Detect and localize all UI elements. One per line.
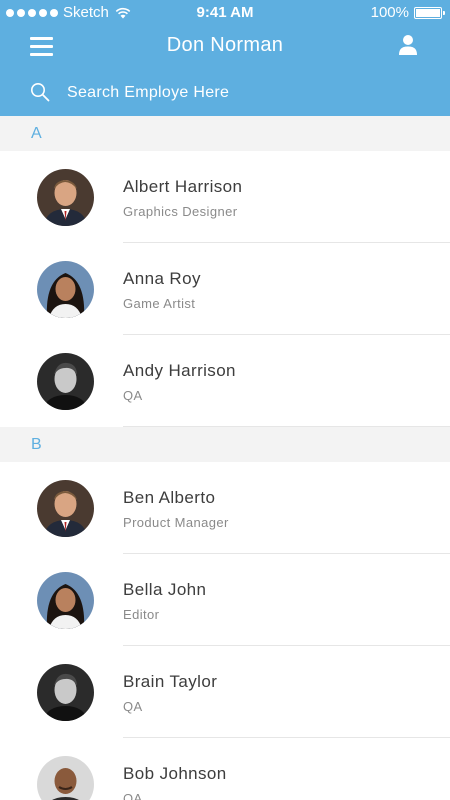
employee-role: Product Manager bbox=[123, 515, 229, 530]
employee-name: Bella John bbox=[123, 580, 207, 599]
section-header: A bbox=[0, 116, 450, 151]
employee-role: Editor bbox=[123, 607, 160, 622]
battery-icon bbox=[414, 6, 445, 19]
nav-bar: Don Norman bbox=[0, 26, 450, 66]
employee-role: QA bbox=[123, 699, 143, 714]
employee-row[interactable]: Albert Harrison Graphics Designer bbox=[0, 151, 450, 243]
avatar bbox=[37, 572, 94, 629]
employee-name: Ben Alberto bbox=[123, 488, 216, 507]
employee-row[interactable]: Andy Harrison QA bbox=[0, 335, 450, 427]
avatar bbox=[37, 480, 94, 537]
user-profile-icon[interactable] bbox=[398, 34, 418, 56]
battery-percent: 100% bbox=[370, 4, 409, 21]
section-letter: A bbox=[31, 125, 42, 142]
employee-row[interactable]: Anna Roy Game Artist bbox=[0, 243, 450, 335]
status-bar: Sketch 9:41 AM 100% bbox=[0, 0, 450, 26]
employee-row[interactable]: Bob Johnson QA bbox=[0, 738, 450, 800]
employee-name: Albert Harrison bbox=[123, 177, 243, 196]
app-header: Sketch 9:41 AM 100% Don Norman bbox=[0, 0, 450, 116]
page-title: Don Norman bbox=[166, 34, 284, 56]
employee-name: Bob Johnson bbox=[123, 764, 227, 783]
battery-status: 100% bbox=[370, 4, 445, 21]
search-input[interactable] bbox=[67, 82, 407, 104]
employee-role: QA bbox=[123, 791, 143, 800]
employee-name: Brain Taylor bbox=[123, 672, 218, 691]
employee-role: QA bbox=[123, 388, 143, 403]
employee-role: Graphics Designer bbox=[123, 204, 238, 219]
avatar bbox=[37, 756, 94, 800]
employee-role: Game Artist bbox=[123, 296, 196, 311]
search-bar[interactable] bbox=[0, 70, 450, 114]
avatar bbox=[37, 169, 94, 226]
employee-name: Andy Harrison bbox=[123, 361, 236, 380]
employee-row[interactable]: Brain Taylor QA bbox=[0, 646, 450, 738]
employee-row[interactable]: Ben Alberto Product Manager bbox=[0, 462, 450, 554]
search-icon bbox=[31, 83, 50, 102]
section-letter: B bbox=[31, 436, 42, 453]
avatar bbox=[37, 261, 94, 318]
avatar bbox=[37, 353, 94, 410]
employee-name: Anna Roy bbox=[123, 269, 201, 288]
avatar bbox=[37, 664, 94, 721]
employee-row[interactable]: Bella John Editor bbox=[0, 554, 450, 646]
section-header: B bbox=[0, 427, 450, 462]
